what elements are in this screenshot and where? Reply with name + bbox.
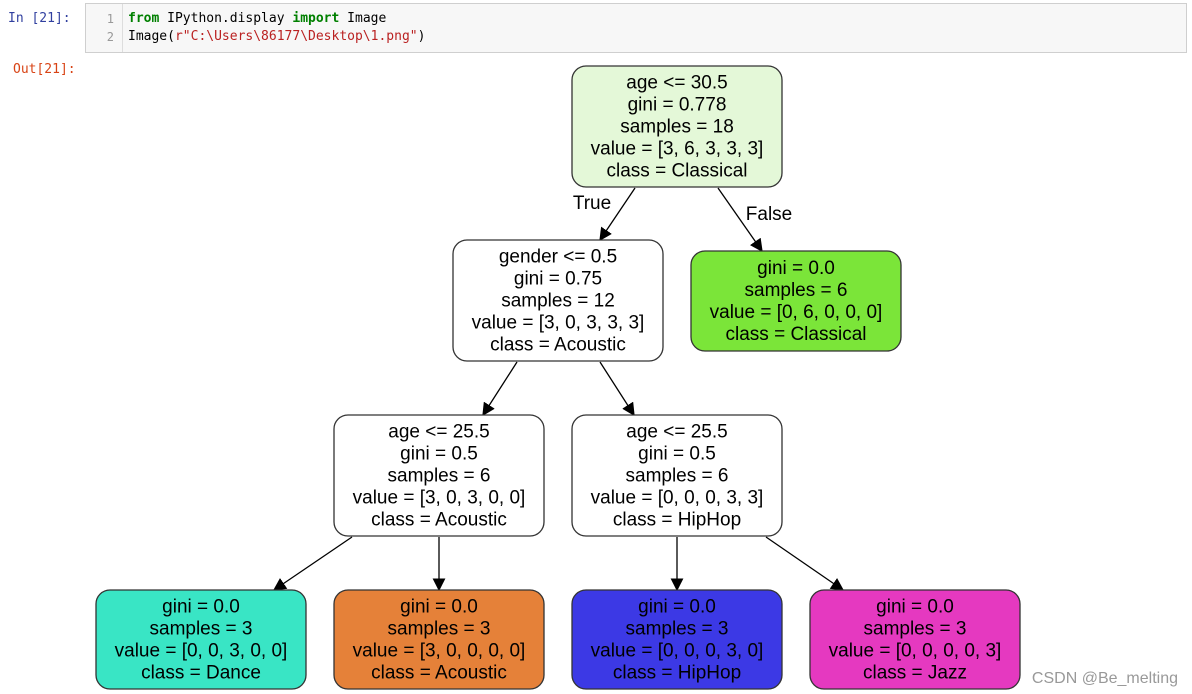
node-line: value = [0, 6, 0, 0, 0] (710, 302, 883, 323)
node-line: class = HipHop (613, 510, 741, 531)
watermark: CSDN @Be_melting (1031, 670, 1178, 687)
node-line: samples = 18 (620, 117, 734, 138)
node-line: gini = 0.0 (757, 258, 835, 279)
node-line: gini = 0.0 (162, 597, 240, 618)
node-line: value = [0, 0, 0, 3, 3] (591, 488, 764, 509)
node-line: class = Jazz (863, 663, 967, 684)
node-line: samples = 3 (150, 619, 253, 640)
node-line: gini = 0.5 (400, 444, 478, 465)
node-line: samples = 3 (388, 619, 491, 640)
node-line: samples = 3 (864, 619, 967, 640)
node-line: class = Acoustic (371, 663, 507, 684)
edge-label-true: True (573, 193, 611, 214)
tree-node: gini = 0.0samples = 6value = [0, 6, 0, 0… (690, 250, 902, 352)
node-line: class = Acoustic (371, 510, 507, 531)
node-line: gini = 0.778 (628, 95, 727, 116)
node-line: class = HipHop (613, 663, 741, 684)
tree-node: age <= 25.5gini = 0.5samples = 6value = … (333, 414, 545, 537)
node-line: samples = 6 (626, 466, 729, 487)
tree-edge (272, 536, 353, 591)
node-line: gender <= 0.5 (499, 247, 617, 268)
tree-node: gini = 0.0samples = 3value = [0, 0, 3, 0… (95, 589, 307, 690)
node-line: gini = 0.0 (638, 597, 716, 618)
node-line: age <= 25.5 (626, 422, 727, 443)
tree-node: gini = 0.0samples = 3value = [0, 0, 0, 0… (809, 589, 1021, 690)
node-line: value = [0, 0, 3, 0, 0] (115, 641, 288, 662)
node-line: samples = 6 (388, 466, 491, 487)
node-line: class = Acoustic (490, 335, 626, 356)
node-line: samples = 12 (501, 291, 615, 312)
tree-node: gini = 0.0samples = 3value = [0, 0, 0, 3… (571, 589, 783, 690)
node-line: value = [3, 0, 3, 3, 3] (472, 313, 645, 334)
node-line: age <= 30.5 (626, 73, 727, 94)
node-line: value = [3, 6, 3, 3, 3] (591, 139, 764, 160)
tree-edge (599, 361, 635, 417)
decision-tree-image: True False age <= 30.5gini = 0.778sample… (95, 65, 1021, 690)
node-line: value = [0, 0, 0, 0, 3] (829, 641, 1002, 662)
node-line: value = [3, 0, 3, 0, 0] (353, 488, 526, 509)
node-line: gini = 0.0 (876, 597, 954, 618)
tree-node: age <= 30.5gini = 0.778samples = 18value… (571, 65, 783, 188)
node-line: class = Classical (607, 161, 748, 182)
edge-label-false: False (746, 204, 792, 225)
tree-node: gini = 0.0samples = 3value = [3, 0, 0, 0… (333, 589, 545, 690)
tree-edge (482, 361, 518, 417)
tree-edge (765, 536, 845, 591)
node-line: age <= 25.5 (388, 422, 489, 443)
node-line: gini = 0.0 (400, 597, 478, 618)
node-line: class = Classical (726, 324, 867, 345)
node-line: gini = 0.5 (638, 444, 716, 465)
node-line: value = [3, 0, 0, 0, 0] (353, 641, 526, 662)
node-line: samples = 6 (745, 280, 848, 301)
node-line: samples = 3 (626, 619, 729, 640)
tree-node: gender <= 0.5gini = 0.75samples = 12valu… (452, 239, 664, 362)
node-line: value = [0, 0, 0, 3, 0] (591, 641, 764, 662)
node-line: gini = 0.75 (514, 269, 602, 290)
tree-node: age <= 25.5gini = 0.5samples = 6value = … (571, 414, 783, 537)
node-line: class = Dance (141, 663, 261, 684)
